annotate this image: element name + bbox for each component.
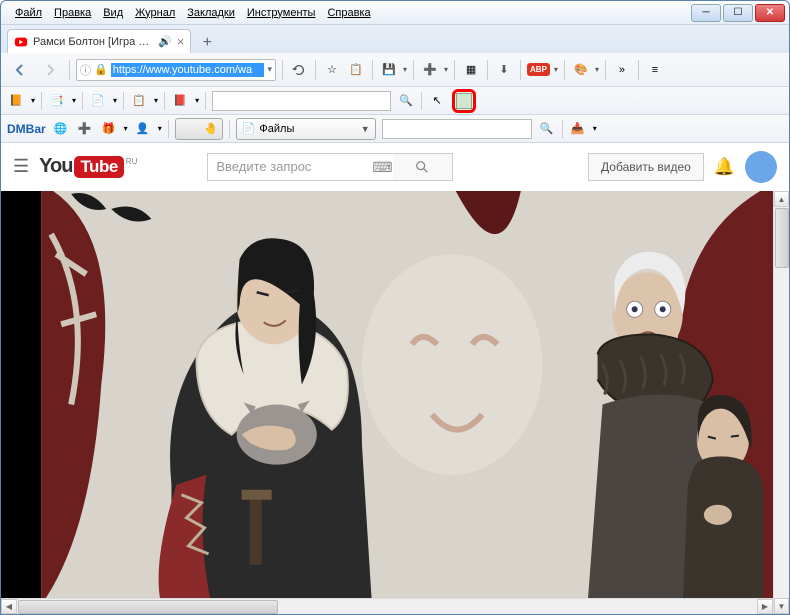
scroll-left-button[interactable]: ◀ [1, 599, 17, 614]
reload-button[interactable] [289, 61, 309, 79]
dm-icon-1[interactable]: 🌐 [52, 120, 70, 138]
bookmark-icon-5[interactable]: 📕 [171, 92, 189, 110]
vertical-scrollbar[interactable]: ▲ ▼ [773, 191, 789, 614]
menu-view[interactable]: Вид [97, 5, 129, 21]
user-avatar[interactable] [745, 151, 777, 183]
scroll-up-button[interactable]: ▲ [774, 191, 789, 207]
dm-icon-2[interactable]: ➕ [76, 120, 94, 138]
grid-icon[interactable]: ▦ [461, 61, 481, 79]
abp-icon[interactable]: ABP [527, 63, 550, 76]
download-icon[interactable]: ⬇ [494, 61, 514, 79]
bookmark-icon-1[interactable]: 📙 [7, 92, 25, 110]
url-dropdown-icon[interactable]: ▾ [267, 64, 272, 75]
dm-search-input[interactable] [382, 119, 532, 139]
navigation-toolbar: ⓘ 🔒 https://www.youtube.com/wa ▾ ☆ 📋 💾 ▾… [1, 53, 789, 87]
url-bar[interactable]: ⓘ 🔒 https://www.youtube.com/wa ▾ [76, 59, 276, 81]
dmbar-toolbar: DMBar 🌐 ➕ 🎁▾ 👤▾ 🤚 📄 Файлы ▼ 🔍 📥▾ [1, 115, 789, 143]
url-text[interactable]: https://www.youtube.com/wa [111, 63, 265, 77]
menu-help[interactable]: Справка [321, 5, 376, 21]
hamburger-menu-icon[interactable]: ≡ [645, 61, 665, 79]
menu-history[interactable]: Журнал [129, 5, 181, 21]
scroll-thumb[interactable] [775, 208, 789, 268]
scroll-thumb-h[interactable] [18, 600, 278, 614]
new-tab-button[interactable]: + [195, 33, 219, 53]
content-area: ▲ ▼ ◀ ▶ [1, 191, 789, 614]
youtube-upload-button[interactable]: Добавить видео [588, 153, 704, 181]
lock-icon: 🔒 [94, 63, 108, 76]
dmbar-label: DMBar [7, 122, 46, 136]
info-icon[interactable]: ⓘ [80, 62, 91, 78]
dropdown-icon: ▼ [361, 124, 370, 134]
menu-tools[interactable]: Инструменты [241, 5, 322, 21]
youtube-search-button[interactable] [393, 153, 453, 181]
bookmark-toolbar: 📙▾ 📑▾ 📄▾ 📋▾ 📕▾ 🔍 ↖ [1, 87, 789, 115]
audio-icon[interactable]: 🔊 [158, 35, 172, 48]
files-dropdown[interactable]: 📄 Файлы ▼ [236, 118, 376, 140]
horizontal-scrollbar[interactable]: ◀ ▶ [1, 598, 773, 614]
menu-edit[interactable]: Правка [48, 5, 97, 21]
menu-bookmarks[interactable]: Закладки [181, 5, 241, 21]
files-label: Файлы [259, 123, 294, 135]
scroll-down-button[interactable]: ▼ [774, 598, 789, 614]
tab-strip: Рамси Болтон [Игра п... 🔊 × + [1, 25, 789, 53]
save-icon[interactable]: 💾 [379, 61, 399, 79]
toolbar-search-input[interactable] [212, 91, 391, 111]
page-preview-icon[interactable] [456, 93, 472, 109]
tab-title: Рамси Болтон [Игра п... [33, 36, 153, 48]
browser-tab[interactable]: Рамси Болтон [Игра п... 🔊 × [7, 29, 191, 53]
window-maximize-button[interactable]: ☐ [723, 4, 753, 22]
youtube-menu-icon[interactable]: ☰ [13, 156, 29, 177]
add-icon[interactable]: ➕ [420, 61, 440, 79]
video-player[interactable] [1, 191, 773, 598]
bookmark-icon-3[interactable]: 📄 [89, 92, 107, 110]
star-icon[interactable]: ☆ [322, 61, 342, 79]
file-icon: 📄 [242, 122, 256, 135]
back-button[interactable] [7, 58, 33, 82]
titlebar: Файл Правка Вид Журнал Закладки Инструме… [1, 1, 789, 25]
bookmark-icon-2[interactable]: 📑 [48, 92, 66, 110]
notifications-icon[interactable]: 🔔 [714, 157, 735, 177]
youtube-favicon [14, 35, 28, 49]
forward-button[interactable] [37, 58, 63, 82]
dm-icon-4[interactable]: 👤 [134, 120, 152, 138]
dm-box[interactable]: 🤚 [175, 118, 223, 140]
window-minimize-button[interactable]: ─ [691, 4, 721, 22]
dm-icon-5[interactable]: 📥 [569, 120, 587, 138]
highlighted-button[interactable] [452, 89, 476, 113]
youtube-logo[interactable]: You Tube RU [39, 155, 137, 178]
overflow-icon[interactable]: » [612, 61, 632, 79]
youtube-header: ☰ You Tube RU ⌨ Добавить видео 🔔 [1, 143, 789, 191]
dm-icon-3[interactable]: 🎁 [100, 120, 118, 138]
clipboard-icon[interactable]: 📋 [346, 61, 366, 79]
extension-icon-1[interactable]: 🎨 [571, 61, 591, 79]
bookmark-icon-4[interactable]: 📋 [130, 92, 148, 110]
find-icon[interactable]: 🔍 [397, 92, 415, 110]
dm-search-icon[interactable]: 🔍 [538, 120, 556, 138]
window-close-button[interactable]: ✕ [755, 4, 785, 22]
menu-file[interactable]: Файл [9, 5, 48, 21]
scroll-right-button[interactable]: ▶ [757, 599, 773, 614]
youtube-search-input[interactable] [207, 153, 397, 181]
tab-close-button[interactable]: × [177, 34, 185, 49]
cursor-icon[interactable]: ↖ [428, 92, 446, 110]
